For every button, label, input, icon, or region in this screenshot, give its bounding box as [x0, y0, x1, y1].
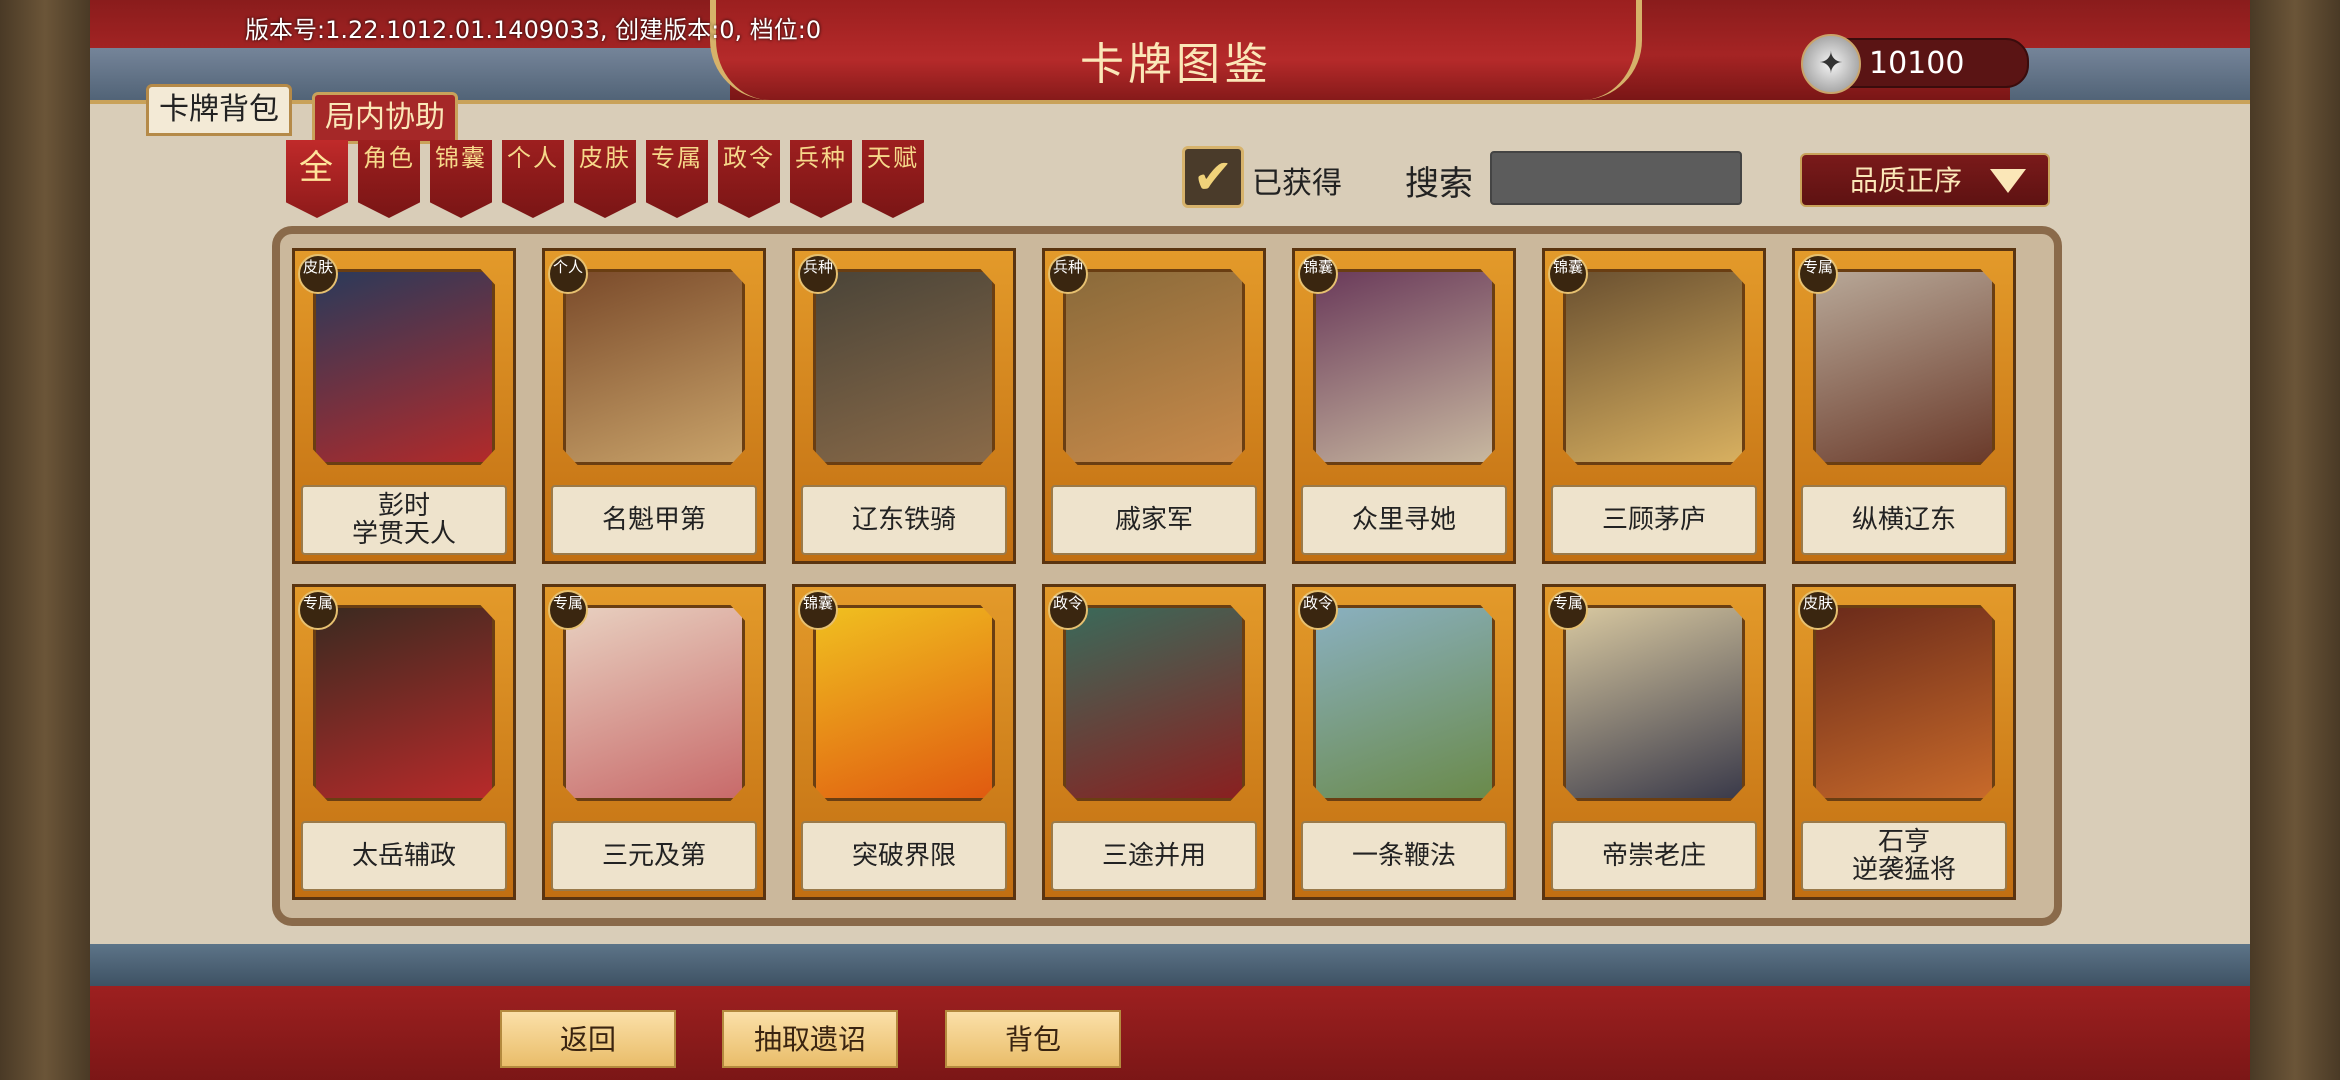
currency-value: 10100: [1869, 46, 1965, 81]
card-art: [1563, 269, 1745, 465]
card-art: [313, 605, 495, 801]
filter-tab-2[interactable]: 锦囊: [430, 140, 492, 218]
card-7[interactable]: 专属 太岳辅政: [292, 584, 516, 900]
header-bar: 卡牌图鉴 版本号:1.22.1012.01.1409033, 创建版本:0, 档…: [90, 0, 2250, 104]
card-10[interactable]: 政令 三途并用: [1042, 584, 1266, 900]
card-name: 戚家军: [1051, 485, 1257, 555]
filter-tab-8[interactable]: 天赋: [862, 140, 924, 218]
card-type-badge: 专属: [1548, 590, 1588, 630]
card-art: [563, 605, 745, 801]
card-art: [1063, 605, 1245, 801]
main-frame: 卡牌图鉴 版本号:1.22.1012.01.1409033, 创建版本:0, 档…: [90, 0, 2250, 1080]
card-0[interactable]: 皮肤 彭时 学贯天人: [292, 248, 516, 564]
card-type-badge: 锦囊: [798, 590, 838, 630]
filter-tab-7[interactable]: 兵种: [790, 140, 852, 218]
page-title: 卡牌图鉴: [1080, 39, 1272, 90]
version-text: 版本号:1.22.1012.01.1409033, 创建版本:0, 档位:0: [245, 16, 822, 44]
card-8[interactable]: 专属 三元及第: [542, 584, 766, 900]
right-border: [2250, 0, 2340, 1080]
title-plate: 卡牌图鉴: [710, 0, 1642, 100]
card-name: 突破界限: [801, 821, 1007, 891]
owned-checkbox[interactable]: ✔: [1182, 146, 1244, 208]
card-type-badge: 锦囊: [1548, 254, 1588, 294]
bottom-bar: [90, 944, 2250, 1080]
card-name: 辽东铁骑: [801, 485, 1007, 555]
card-name: 三途并用: [1051, 821, 1257, 891]
card-type-badge: 专属: [298, 590, 338, 630]
card-art: [1063, 269, 1245, 465]
card-name: 众里寻她: [1301, 485, 1507, 555]
silver-feather-icon: ✦: [1801, 34, 1861, 94]
tab-ingame-assist[interactable]: 局内协助: [312, 92, 458, 144]
card-type-badge: 专属: [1798, 254, 1838, 294]
card-type-badge: 专属: [548, 590, 588, 630]
card-type-badge: 锦囊: [1298, 254, 1338, 294]
card-11[interactable]: 政令 一条鞭法: [1292, 584, 1516, 900]
card-art: [1813, 605, 1995, 801]
currency-display: ✦ 10100: [1801, 34, 2029, 94]
sort-dropdown[interactable]: 品质正序: [1800, 153, 2050, 207]
card-type-badge: 兵种: [798, 254, 838, 294]
card-name: 彭时 学贯天人: [301, 485, 507, 555]
card-4[interactable]: 锦囊 众里寻她: [1292, 248, 1516, 564]
card-art: [1563, 605, 1745, 801]
card-art: [1813, 269, 1995, 465]
card-type-badge: 皮肤: [298, 254, 338, 294]
bottom-scenery: [90, 944, 2250, 986]
filter-tab-3[interactable]: 个人: [502, 140, 564, 218]
card-art: [313, 269, 495, 465]
header-scenery-right: [2010, 48, 2250, 100]
search-input[interactable]: [1490, 151, 1742, 205]
card-name: 三元及第: [551, 821, 757, 891]
filter-tab-0[interactable]: 全: [286, 140, 348, 218]
card-name: 纵横辽东: [1801, 485, 2007, 555]
draw-edict-button[interactable]: 抽取遗诏: [722, 1010, 898, 1068]
card-13[interactable]: 皮肤 石亨 逆袭猛将: [1792, 584, 2016, 900]
card-2[interactable]: 兵种 辽东铁骑: [792, 248, 1016, 564]
card-1[interactable]: 个人 名魁甲第: [542, 248, 766, 564]
sort-label: 品质正序: [1850, 164, 1963, 197]
card-type-badge: 政令: [1048, 590, 1088, 630]
backpack-button[interactable]: 背包: [945, 1010, 1121, 1068]
tab-card-backpack[interactable]: 卡牌背包: [146, 84, 292, 136]
card-6[interactable]: 专属 纵横辽东: [1792, 248, 2016, 564]
card-grid-panel: 皮肤 彭时 学贯天人 个人 名魁甲第 兵种 辽东铁骑 兵种 戚家军 锦囊 众里寻她 锦囊 三顾茅庐 专属…: [272, 226, 2062, 926]
card-name: 名魁甲第: [551, 485, 757, 555]
filter-tab-4[interactable]: 皮肤: [574, 140, 636, 218]
card-3[interactable]: 兵种 戚家军: [1042, 248, 1266, 564]
card-type-badge: 皮肤: [1798, 590, 1838, 630]
card-art: [813, 605, 995, 801]
card-art: [563, 269, 745, 465]
card-art: [1313, 605, 1495, 801]
chevron-down-icon: [1990, 169, 2026, 193]
card-art: [1313, 269, 1495, 465]
card-type-badge: 政令: [1298, 590, 1338, 630]
card-name: 太岳辅政: [301, 821, 507, 891]
card-9[interactable]: 锦囊 突破界限: [792, 584, 1016, 900]
card-12[interactable]: 专属 帝崇老庄: [1542, 584, 1766, 900]
left-border: [0, 0, 90, 1080]
card-art: [813, 269, 995, 465]
filter-tab-6[interactable]: 政令: [718, 140, 780, 218]
search-label: 搜索: [1405, 164, 1473, 204]
card-name: 石亨 逆袭猛将: [1801, 821, 2007, 891]
card-name: 三顾茅庐: [1551, 485, 1757, 555]
card-type-badge: 兵种: [1048, 254, 1088, 294]
back-button[interactable]: 返回: [500, 1010, 676, 1068]
owned-label: 已获得: [1252, 166, 1342, 201]
card-name: 一条鞭法: [1301, 821, 1507, 891]
filter-tab-1[interactable]: 角色: [358, 140, 420, 218]
card-type-badge: 个人: [548, 254, 588, 294]
filter-tab-5[interactable]: 专属: [646, 140, 708, 218]
card-5[interactable]: 锦囊 三顾茅庐: [1542, 248, 1766, 564]
card-name: 帝崇老庄: [1551, 821, 1757, 891]
